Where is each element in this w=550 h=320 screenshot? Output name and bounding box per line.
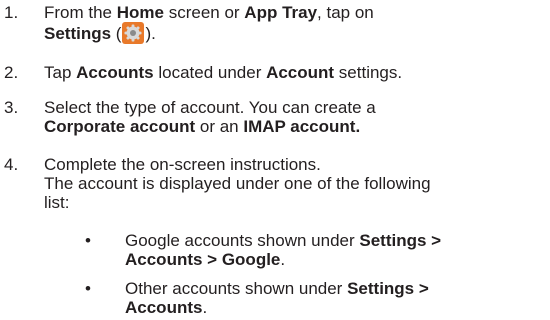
step-number: 2.: [4, 63, 19, 82]
step-text: From the Home screen or App Tray, tap on…: [44, 3, 544, 44]
bullet-dot: •: [85, 231, 91, 250]
bullet-line: Other accounts shown under Settings >: [125, 279, 429, 298]
bullet-text: Other accounts shown under Settings > Ac…: [125, 279, 545, 317]
bullet-text: Google accounts shown under Settings > A…: [125, 231, 545, 269]
step-4: 4. Complete the on-screen instructions. …: [0, 155, 550, 215]
bullet-line: Accounts > Google.: [125, 250, 286, 269]
step-number: 4.: [4, 155, 19, 174]
step-number: 1.: [4, 3, 19, 22]
step-2: 2. Tap Accounts located under Account se…: [0, 63, 550, 85]
bullet-line: Accounts.: [125, 298, 208, 317]
bullet-item-google: • Google accounts shown under Settings >…: [0, 231, 550, 271]
step-text: Select the type of account. You can crea…: [44, 98, 544, 136]
step-line: list:: [44, 193, 70, 212]
step-line: Complete the on-screen instructions.: [44, 155, 321, 174]
step-1: 1. From the Home screen or App Tray, tap…: [0, 3, 550, 47]
bullet-dot: •: [85, 279, 91, 298]
instructions-document: 1. From the Home screen or App Tray, tap…: [0, 0, 550, 320]
step-3: 3. Select the type of account. You can c…: [0, 98, 550, 138]
settings-gear-icon: [122, 22, 145, 44]
step-text: Tap Accounts located under Account setti…: [44, 63, 403, 82]
step-text: Complete the on-screen instructions. The…: [44, 155, 544, 212]
step-line: Select the type of account. You can crea…: [44, 98, 376, 117]
bullet-line: Google accounts shown under Settings >: [125, 231, 442, 250]
step-line: Corporate account or an IMAP account.: [44, 117, 361, 136]
step-number: 3.: [4, 98, 19, 117]
step-line: Settings ().: [44, 22, 156, 44]
step-line: From the Home screen or App Tray, tap on: [44, 3, 374, 22]
bullet-item-other: • Other accounts shown under Settings > …: [0, 279, 550, 319]
step-line: The account is displayed under one of th…: [44, 174, 431, 193]
